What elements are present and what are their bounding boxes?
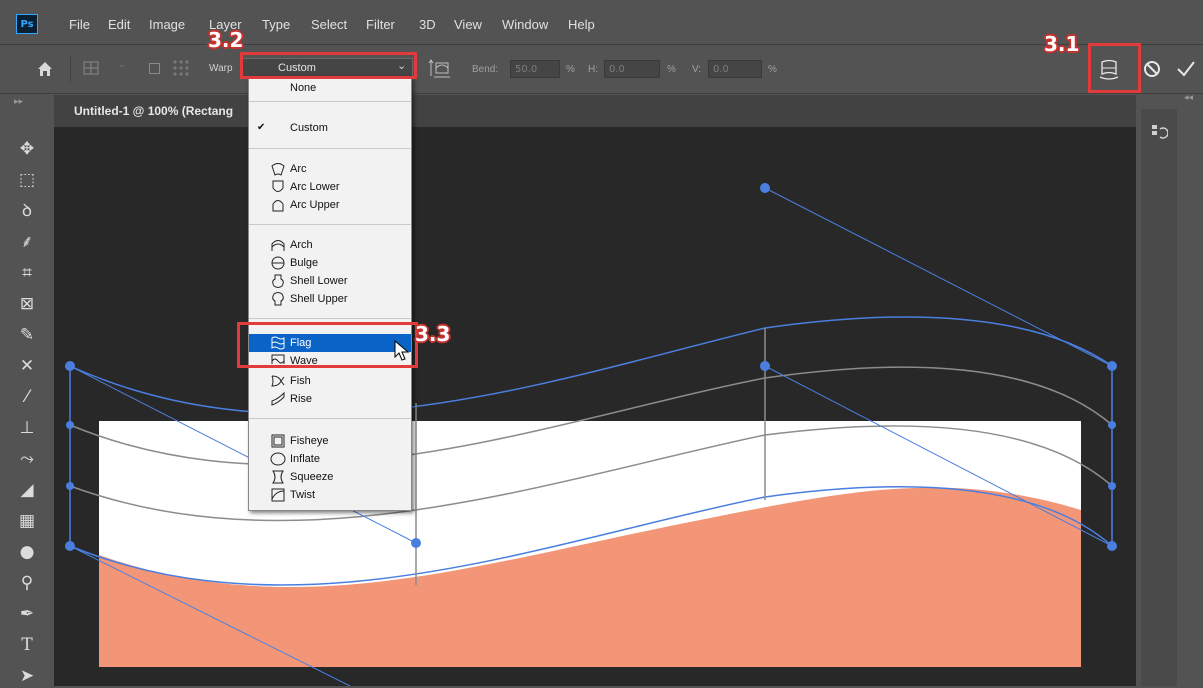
menu-type[interactable]: Type	[262, 17, 290, 32]
grid-points-icon[interactable]	[171, 58, 191, 78]
frame-tool-icon[interactable]: ⊠	[14, 292, 40, 316]
fisheye-icon	[271, 434, 285, 448]
checkmark-icon: ✔	[257, 122, 266, 133]
dropdown-item-rise[interactable]: Rise	[249, 390, 411, 408]
dropdown-item-squeeze[interactable]: Squeeze	[249, 468, 411, 486]
dropdown-item-none[interactable]: None	[249, 79, 411, 97]
dodge-tool-icon[interactable]: ⚲	[14, 571, 40, 595]
menu-edit[interactable]: Edit	[108, 17, 130, 32]
rise-icon	[271, 391, 285, 406]
dropdown-item-twist[interactable]: Twist	[249, 486, 411, 504]
bulge-icon	[271, 256, 285, 270]
bend-label: Bend:	[472, 64, 499, 75]
h-label: H:	[588, 64, 598, 75]
arc-lower-icon	[272, 180, 284, 192]
home-icon[interactable]	[36, 60, 54, 78]
pen-tool-icon[interactable]: ✒	[14, 602, 40, 626]
options-bar: ⌄ Warp Bend: 50.0 % H: 0.0 % V: 0.0 %	[0, 44, 1203, 94]
bend-field[interactable]: 50.0	[510, 60, 560, 78]
commit-transform-icon[interactable]	[1176, 60, 1196, 78]
bend-percent: %	[566, 64, 575, 75]
callout-label-3-3: 3.3	[415, 322, 451, 346]
v-label: V:	[692, 64, 702, 75]
document-title: Untitled-1 @ 100% (Rectang	[74, 104, 234, 118]
callout-box-warp-style	[240, 52, 417, 79]
dropdown-item-arc-upper[interactable]: Arc Upper	[249, 196, 411, 214]
dropdown-item-fisheye[interactable]: Fisheye	[249, 432, 411, 450]
menu-help[interactable]: Help	[568, 17, 595, 32]
twist-icon	[271, 488, 285, 502]
menu-image[interactable]: Image	[149, 17, 185, 32]
dropdown-item-shell-upper[interactable]: Shell Upper	[249, 290, 411, 308]
history-panel-icon[interactable]	[1150, 123, 1168, 141]
shell-lower-icon	[272, 274, 284, 288]
collapse-panel-icon[interactable]: ▸▸	[14, 97, 23, 107]
callout-box-flag	[237, 322, 418, 368]
dropdown-item-custom[interactable]: ✔ Custom	[249, 119, 411, 137]
gradient-tool-icon[interactable]: ▦	[14, 509, 40, 533]
blur-tool-icon[interactable]: ●	[14, 540, 40, 564]
chevron-down-icon[interactable]: ⌄	[118, 60, 126, 70]
document-tab[interactable]: Untitled-1 @ 100% (Rectang	[54, 95, 1136, 127]
h-percent: %	[667, 64, 676, 75]
tools-panel: ▸▸ ✥ ⬚ ꝺ ⸙ ⌗ ⊠ ✎ ✕ ⁄ ⊥ ⤳ ◢ ▦ ● ⚲ ✒ T ➤	[0, 95, 54, 686]
callout-label-3-1: 3.1	[1044, 32, 1080, 56]
arc-upper-icon	[272, 200, 284, 212]
fish-icon	[271, 375, 285, 387]
shell-upper-icon	[272, 292, 284, 306]
dropdown-item-bulge[interactable]: Bulge	[249, 254, 411, 272]
menu-window[interactable]: Window	[502, 17, 548, 32]
dropdown-item-inflate[interactable]: Inflate	[249, 450, 411, 468]
right-panel: ◂◂	[1136, 93, 1203, 686]
squeeze-icon	[272, 470, 284, 484]
menu-bar: Ps File Edit Image Layer Type Select Fil…	[0, 0, 1203, 42]
callout-box-warp-mode	[1088, 43, 1141, 93]
checkbox[interactable]	[149, 63, 160, 74]
dropdown-item-fish[interactable]: Fish	[249, 372, 411, 390]
move-tool-icon[interactable]: ✥	[14, 137, 40, 161]
menu-3d[interactable]: 3D	[419, 17, 436, 32]
orientation-icon[interactable]	[428, 58, 452, 80]
eraser-tool-icon[interactable]: ◢	[14, 478, 40, 502]
dropdown-item-arch[interactable]: Arch	[249, 236, 411, 254]
inflate-icon	[270, 452, 286, 466]
h-field[interactable]: 0.0	[604, 60, 660, 78]
history-brush-tool-icon[interactable]: ⤳	[14, 447, 40, 471]
callout-label-3-2: 3.2	[208, 28, 244, 52]
menu-file[interactable]: File	[69, 17, 90, 32]
menu-select[interactable]: Select	[311, 17, 347, 32]
dropdown-item-shell-lower[interactable]: Shell Lower	[249, 272, 411, 290]
menu-filter[interactable]: Filter	[366, 17, 395, 32]
arch-icon	[271, 240, 285, 251]
eyedropper-tool-icon[interactable]: ✎	[14, 323, 40, 347]
split-warp-icon[interactable]	[82, 59, 100, 77]
v-percent: %	[768, 64, 777, 75]
canvas-area[interactable]	[54, 127, 1136, 686]
healing-tool-icon[interactable]: ✕	[14, 354, 40, 378]
cancel-transform-icon[interactable]	[1143, 60, 1161, 78]
brush-tool-icon[interactable]: ⁄	[14, 385, 40, 409]
warp-label: Warp	[209, 63, 233, 74]
crop-tool-icon[interactable]: ⌗	[14, 261, 40, 285]
quick-select-tool-icon[interactable]: ⸙	[14, 230, 40, 254]
collapse-panel-icon[interactable]: ◂◂	[1184, 93, 1193, 103]
lasso-tool-icon[interactable]: ꝺ	[14, 199, 40, 223]
v-field[interactable]: 0.0	[708, 60, 762, 78]
marquee-tool-icon[interactable]: ⬚	[14, 168, 40, 192]
warp-style-dropdown[interactable]: None ✔ Custom Arc Arc Lower Arc Upper Ar…	[248, 77, 412, 511]
dropdown-item-arc[interactable]: Arc	[249, 160, 411, 178]
arc-icon	[271, 163, 285, 176]
path-select-tool-icon[interactable]: ➤	[14, 664, 40, 688]
menu-view[interactable]: View	[454, 17, 482, 32]
warp-canvas[interactable]	[54, 127, 1136, 686]
type-tool-icon[interactable]: T	[14, 633, 40, 657]
stamp-tool-icon[interactable]: ⊥	[14, 416, 40, 440]
dropdown-item-arc-lower[interactable]: Arc Lower	[249, 178, 411, 196]
photoshop-logo[interactable]: Ps	[16, 14, 38, 34]
